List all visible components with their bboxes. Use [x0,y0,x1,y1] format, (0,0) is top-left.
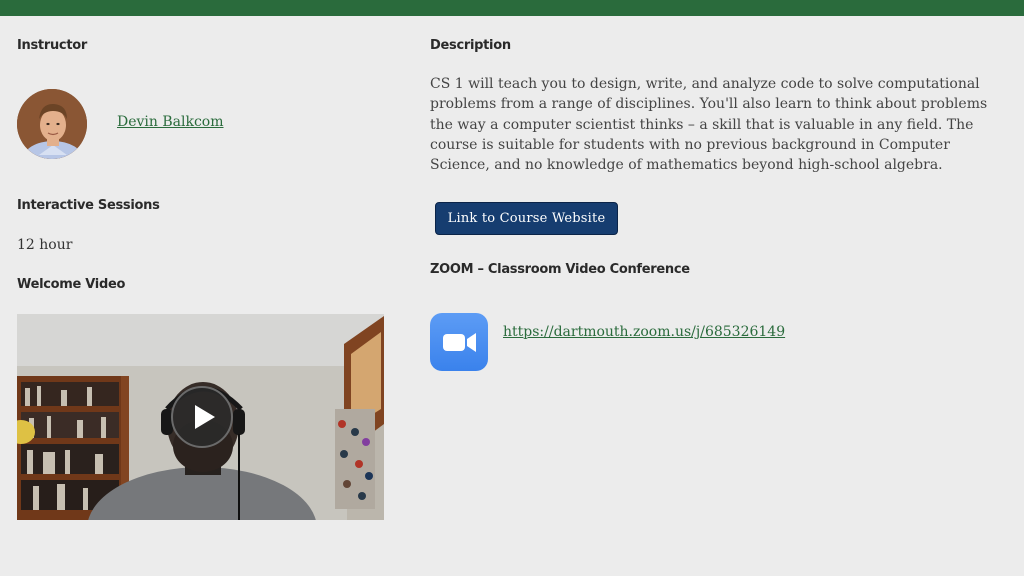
sessions-value: 12 hour [17,237,73,253]
zoom-heading: ZOOM – Classroom Video Conference [430,262,690,277]
description-heading: Description [430,38,511,53]
instructor-heading: Instructor [17,38,87,53]
zoom-meeting-link[interactable]: https://dartmouth.zoom.us/j/685326149 [503,324,785,340]
top-header-bar [0,0,1024,16]
course-description: CS 1 will teach you to design, write, an… [430,76,988,174]
instructor-photo [17,89,87,159]
play-icon [171,386,233,448]
instructor-avatar [17,89,87,159]
zoom-camera-glyph [443,333,476,352]
sessions-heading: Interactive Sessions [17,198,160,213]
instructor-name-link[interactable]: Devin Balkcom [117,114,224,130]
play-button[interactable] [170,385,234,449]
course-website-button[interactable]: Link to Course Website [435,202,618,235]
zoom-camera-icon [430,313,488,371]
welcome-video-heading: Welcome Video [17,277,126,292]
